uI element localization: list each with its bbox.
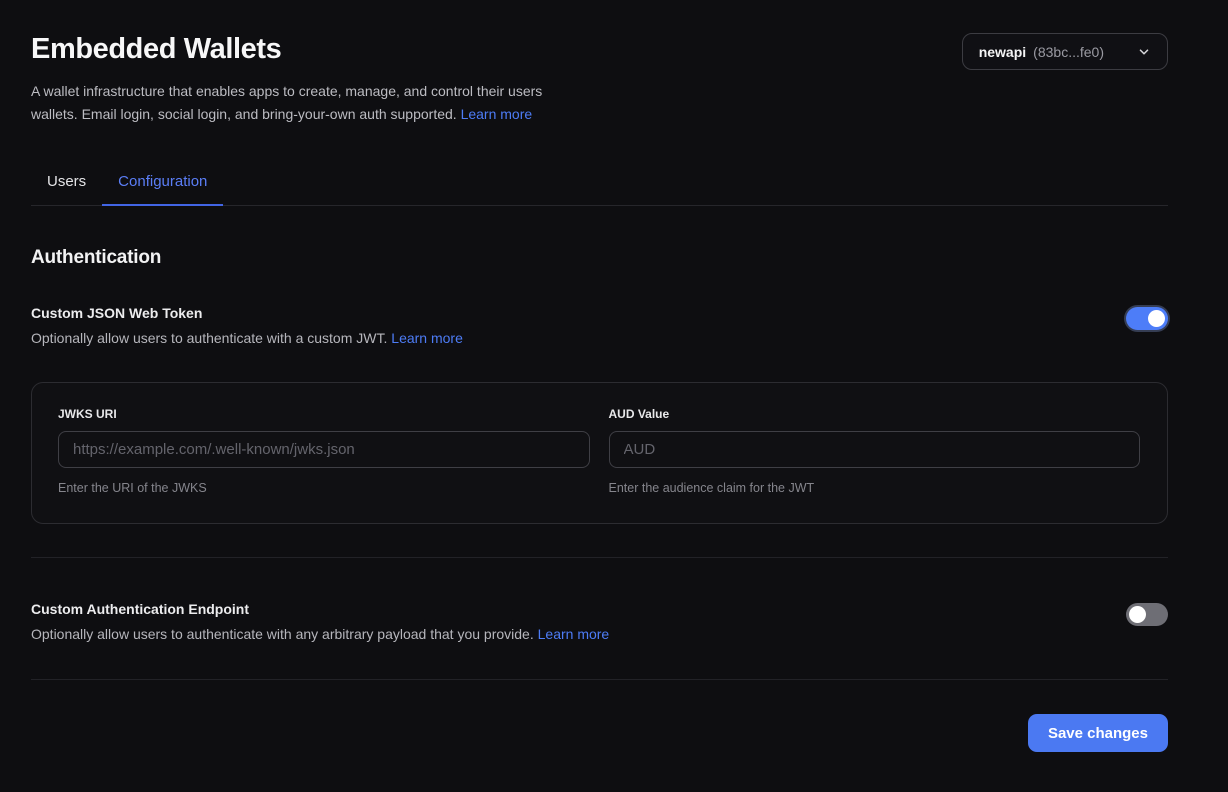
custom-endpoint-description: Optionally allow users to authenticate w… xyxy=(31,626,609,642)
aud-value-field-group: AUD Value Enter the audience claim for t… xyxy=(609,407,1141,495)
header-learn-more-link[interactable]: Learn more xyxy=(461,106,533,122)
page-description-line1: A wallet infrastructure that enables app… xyxy=(31,83,542,99)
custom-jwt-text-block: Custom JSON Web Token Optionally allow u… xyxy=(31,305,463,346)
chevron-down-icon xyxy=(1137,45,1151,59)
tab-users[interactable]: Users xyxy=(31,162,102,206)
custom-jwt-title: Custom JSON Web Token xyxy=(31,305,463,321)
api-key-id-hint: (83bc...fe0) xyxy=(1033,44,1104,60)
jwks-uri-input[interactable] xyxy=(58,431,590,468)
api-key-selector[interactable]: newapi (83bc...fe0) xyxy=(962,33,1168,70)
toggle-knob xyxy=(1148,310,1165,327)
custom-endpoint-toggle[interactable] xyxy=(1126,603,1168,626)
custom-endpoint-setting-row: Custom Authentication Endpoint Optionall… xyxy=(31,601,1168,642)
divider xyxy=(31,557,1168,558)
api-key-name: newapi xyxy=(979,44,1026,60)
custom-jwt-learn-more-link[interactable]: Learn more xyxy=(391,330,463,346)
authentication-heading: Authentication xyxy=(31,247,1168,269)
embedded-wallets-page: Embedded Wallets A wallet infrastructure… xyxy=(0,0,1228,792)
jwks-uri-helper: Enter the URI of the JWKS xyxy=(58,481,590,495)
custom-endpoint-text-block: Custom Authentication Endpoint Optionall… xyxy=(31,601,609,642)
jwks-uri-field-group: JWKS URI Enter the URI of the JWKS xyxy=(58,407,590,495)
custom-jwt-setting-row: Custom JSON Web Token Optionally allow u… xyxy=(31,305,1168,346)
custom-endpoint-description-text: Optionally allow users to authenticate w… xyxy=(31,626,534,642)
aud-value-input[interactable] xyxy=(609,431,1141,468)
custom-jwt-description-text: Optionally allow users to authenticate w… xyxy=(31,330,387,346)
aud-value-label: AUD Value xyxy=(609,407,1141,421)
custom-endpoint-learn-more-link[interactable]: Learn more xyxy=(538,626,610,642)
aud-value-helper: Enter the audience claim for the JWT xyxy=(609,481,1141,495)
jwt-fields-card: JWKS URI Enter the URI of the JWKS AUD V… xyxy=(31,382,1168,524)
toggle-knob xyxy=(1129,606,1146,623)
divider xyxy=(31,679,1168,680)
tab-configuration[interactable]: Configuration xyxy=(102,162,223,206)
page-description-line2: wallets. Email login, social login, and … xyxy=(31,106,457,122)
page-title: Embedded Wallets xyxy=(31,33,542,66)
tab-bar: Users Configuration xyxy=(31,162,1168,206)
save-changes-button[interactable]: Save changes xyxy=(1028,714,1168,752)
custom-endpoint-title: Custom Authentication Endpoint xyxy=(31,601,609,617)
footer: Save changes xyxy=(31,714,1168,752)
page-description: A wallet infrastructure that enables app… xyxy=(31,80,542,126)
custom-jwt-description: Optionally allow users to authenticate w… xyxy=(31,330,463,346)
jwks-uri-label: JWKS URI xyxy=(58,407,590,421)
header-text-block: Embedded Wallets A wallet infrastructure… xyxy=(31,33,542,126)
custom-jwt-toggle[interactable] xyxy=(1126,307,1168,330)
page-header: Embedded Wallets A wallet infrastructure… xyxy=(31,33,1168,126)
